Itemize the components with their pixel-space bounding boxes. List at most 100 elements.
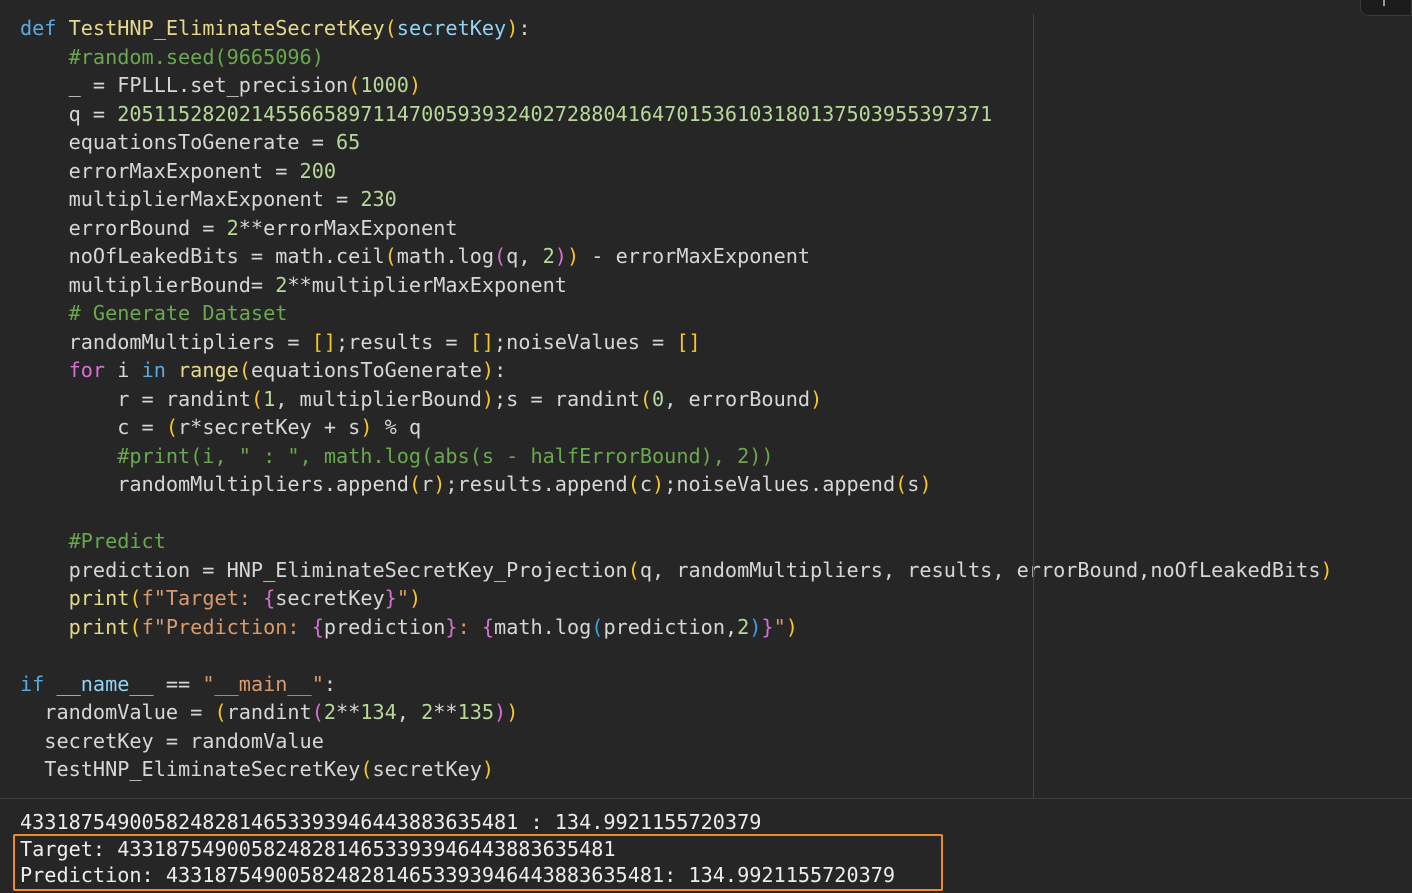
code-token: 65 — [336, 130, 361, 154]
code-token: r — [421, 472, 434, 496]
code-token: "__main__" — [202, 671, 324, 696]
code-line[interactable]: for i in range(equationsToGenerate): — [20, 356, 1333, 385]
code-token: ) — [494, 700, 507, 724]
code-line[interactable]: if __name__ == "__main__": — [20, 670, 1333, 699]
code-token: } — [384, 586, 397, 610]
code-line[interactable]: errorBound = 2**errorMaxExponent — [20, 214, 1333, 243]
code-token: == — [153, 671, 203, 696]
code-token: f"Target: — [141, 586, 264, 610]
code-token: ( — [129, 586, 142, 610]
code-token: ( — [627, 557, 640, 582]
code-token: : — [457, 614, 482, 639]
code-line[interactable]: print(f"Target: {secretKey}") — [20, 584, 1333, 613]
code-token: 1000 — [360, 73, 409, 97]
code-line[interactable]: # Generate Dataset — [20, 299, 1333, 328]
code-token: equationsToGenerate = — [20, 130, 337, 154]
code-token: noOfLeakedBits = math.ceil — [20, 244, 385, 268]
code-token: ( — [348, 73, 361, 97]
code-line[interactable]: #print(i, " : ", math.log(abs(s - halfEr… — [20, 442, 1333, 471]
code-token: } — [445, 614, 458, 639]
code-token: 1 — [263, 386, 276, 411]
code-token: [] — [311, 329, 337, 354]
code-token: ;noiseValues = — [494, 329, 677, 354]
code-token: TestHNP_EliminateSecretKey — [20, 757, 361, 781]
code-token: r = randint — [20, 386, 251, 411]
code-line[interactable]: multiplierMaxExponent = 230 — [20, 185, 1333, 214]
code-token: prediction, — [603, 614, 738, 639]
code-block[interactable]: def TestHNP_EliminateSecretKey(secretKey… — [20, 14, 1333, 784]
code-token: in — [141, 358, 166, 382]
code-line[interactable]: #random.seed(9665096) — [20, 43, 1333, 72]
code-token: ( — [384, 244, 397, 268]
more-icon — [1383, 0, 1385, 6]
code-token: ) — [810, 386, 823, 411]
code-line[interactable]: randomValue = (randint(2**134, 2**135)) — [20, 698, 1333, 727]
code-line[interactable] — [20, 641, 1333, 670]
code-token: ) — [408, 586, 422, 610]
code-token: ( — [591, 614, 604, 639]
column-ruler — [1033, 14, 1034, 798]
code-token: ( — [214, 700, 227, 724]
code-line[interactable]: randomMultipliers = [];results = [];nois… — [20, 328, 1333, 357]
cell-toolbar-button[interactable] — [1360, 0, 1412, 16]
code-line[interactable]: randomMultipliers.append(r);results.appe… — [20, 470, 1333, 499]
code-token: randint — [226, 700, 312, 724]
code-token: if — [20, 671, 45, 696]
code-token: ( — [238, 358, 251, 382]
code-token: ) — [481, 358, 495, 382]
code-token: { — [263, 586, 276, 610]
code-token: 200 — [299, 158, 337, 183]
code-token: ( — [895, 472, 908, 496]
code-token: 2 — [421, 700, 434, 724]
code-token: ( — [494, 244, 507, 268]
code-token: " — [396, 586, 409, 610]
code-token: ) — [785, 614, 798, 639]
code-editor[interactable]: def TestHNP_EliminateSecretKey(secretKey… — [0, 0, 1412, 798]
code-token: ) — [566, 244, 580, 268]
code-token: q = — [20, 101, 118, 126]
code-token: math.log — [494, 614, 592, 639]
code-token: q, randomMultipliers, results, errorBoun… — [639, 557, 1321, 582]
code-token: 230 — [360, 187, 397, 211]
code-line[interactable]: multiplierBound= 2**multiplierMaxExponen… — [20, 271, 1333, 300]
code-token: } — [761, 614, 774, 639]
code-token: prediction — [323, 614, 446, 639]
highlight-box — [13, 834, 943, 891]
code-line[interactable] — [20, 499, 1333, 528]
code-token: ) — [919, 472, 932, 496]
code-token: ( — [384, 16, 397, 40]
code-token: q, — [506, 244, 543, 268]
code-token: secretKey — [275, 586, 385, 610]
code-line[interactable]: errorMaxExponent = 200 — [20, 157, 1333, 186]
code-token: , — [396, 700, 422, 724]
code-token: **errorMaxExponent — [238, 215, 458, 240]
code-line[interactable]: equationsToGenerate = 65 — [20, 128, 1333, 157]
code-token: #Predict — [68, 529, 166, 553]
code-token: ( — [627, 472, 640, 496]
code-line[interactable]: secretKey = randomValue — [20, 727, 1333, 756]
code-token: s — [907, 472, 920, 496]
code-token: { — [311, 614, 324, 639]
code-token: f"Prediction: — [141, 614, 312, 639]
code-line[interactable]: noOfLeakedBits = math.ceil(math.log(q, 2… — [20, 242, 1333, 271]
code-token: r*secretKey + s — [178, 415, 361, 439]
code-token: ( — [129, 614, 142, 639]
code-line[interactable]: def TestHNP_EliminateSecretKey(secretKey… — [20, 14, 1333, 43]
code-line[interactable]: #Predict — [20, 527, 1333, 556]
code-line[interactable]: print(f"Prediction: {prediction}: {math.… — [20, 613, 1333, 642]
code-token: i — [105, 358, 142, 382]
code-line[interactable]: _ = FPLLL.set_precision(1000) — [20, 71, 1333, 100]
code-token: 2 — [542, 244, 555, 268]
code-line[interactable]: c = (r*secretKey + s) % q — [20, 413, 1333, 442]
code-token: 2051152820214556658971147005939324027288… — [117, 101, 993, 126]
code-line[interactable]: q = 205115282021455665897114700593932402… — [20, 100, 1333, 129]
code-line[interactable]: prediction = HNP_EliminateSecretKey_Proj… — [20, 556, 1333, 585]
code-token: [] — [676, 329, 701, 354]
code-token: ) — [749, 614, 762, 639]
code-line[interactable]: TestHNP_EliminateSecretKey(secretKey) — [20, 755, 1333, 784]
code-token: ;results.append — [445, 472, 628, 496]
code-line[interactable]: r = randint(1, multiplierBound);s = rand… — [20, 385, 1333, 414]
